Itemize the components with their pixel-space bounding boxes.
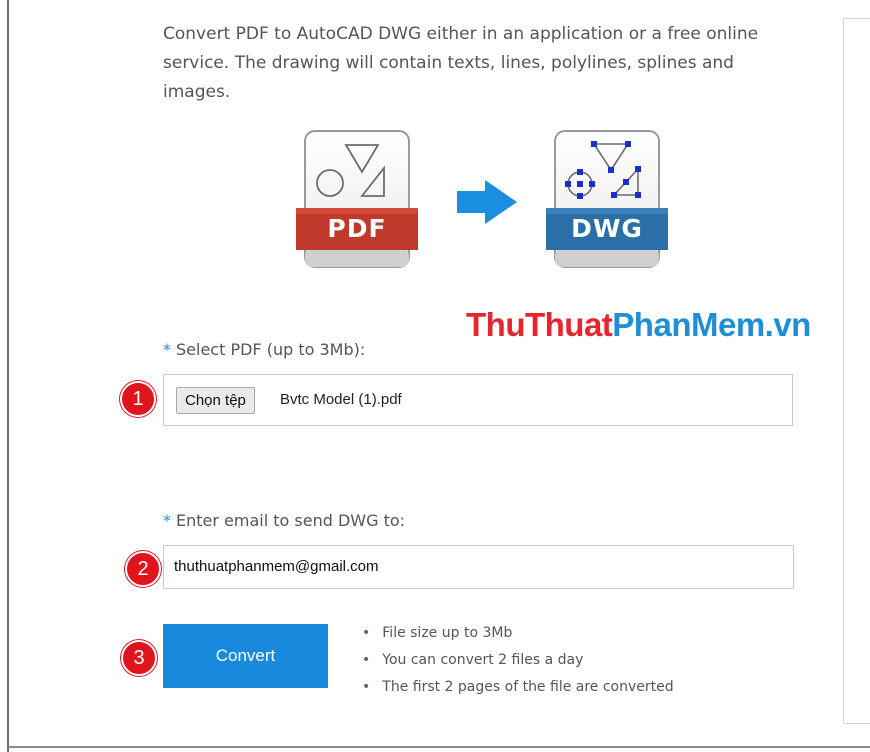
email-field[interactable]: thuthuatphanmem@gmail.com: [163, 545, 794, 589]
pdf-document-icon: PDF: [296, 128, 418, 272]
dwg-label: DWG: [571, 214, 643, 243]
email-label: * Enter email to send DWG to:: [163, 511, 405, 530]
watermark-logo: ThuThuatPhanMem.vn: [466, 306, 811, 344]
window-bottom-border: [7, 746, 870, 748]
conversion-notes: File size up to 3Mb You can convert 2 fi…: [362, 620, 674, 701]
required-marker: *: [163, 511, 171, 530]
list-item: The first 2 pages of the file are conver…: [362, 674, 673, 701]
upload-label-text: Select PDF (up to 3Mb):: [176, 340, 366, 359]
file-input[interactable]: Chọn tệp Bvtc Model (1).pdf: [163, 374, 793, 426]
right-side-panel: [843, 18, 870, 724]
list-item: You can convert 2 files a day: [362, 647, 674, 674]
intro-text: Convert PDF to AutoCAD DWG either in an …: [163, 24, 759, 102]
selected-file-name: Bvtc Model (1).pdf: [280, 391, 402, 408]
watermark-part-red: ThuThuat: [466, 306, 613, 343]
step-badge-1: 1: [120, 381, 156, 417]
convert-button[interactable]: Convert: [163, 624, 328, 688]
list-item: File size up to 3Mb: [362, 620, 674, 647]
pdf-label: PDF: [327, 214, 387, 243]
dwg-document-icon: DWG: [546, 128, 668, 272]
watermark-part-blue: PhanMem.vn: [612, 306, 811, 343]
email-label-text: Enter email to send DWG to:: [176, 511, 406, 530]
choose-file-button[interactable]: Chọn tệp: [176, 387, 255, 414]
required-marker: *: [163, 340, 171, 359]
convert-arrow-icon: [455, 178, 519, 230]
step-badge-2: 2: [125, 551, 161, 587]
step-badge-3: 3: [121, 640, 157, 676]
upload-label: * Select PDF (up to 3Mb):: [163, 340, 365, 359]
window-left-border: [7, 0, 9, 752]
